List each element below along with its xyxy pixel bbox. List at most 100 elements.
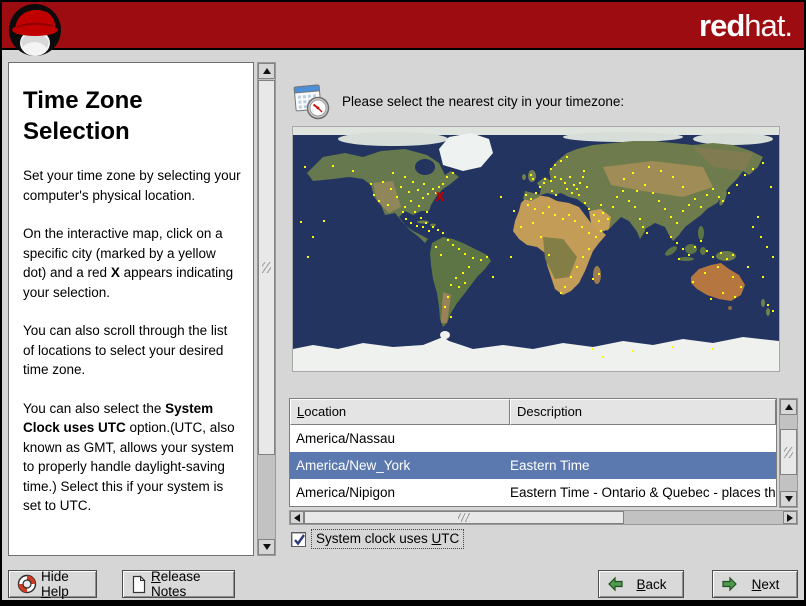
city-dot[interactable] bbox=[442, 232, 444, 234]
city-dot[interactable] bbox=[664, 208, 666, 210]
city-dot[interactable] bbox=[676, 242, 678, 244]
city-dot[interactable] bbox=[692, 281, 694, 283]
city-dot[interactable] bbox=[560, 292, 562, 294]
city-dot[interactable] bbox=[571, 192, 573, 194]
city-dot[interactable] bbox=[688, 204, 690, 206]
city-dot[interactable] bbox=[530, 174, 532, 176]
city-dot[interactable] bbox=[410, 222, 412, 224]
city-dot[interactable] bbox=[646, 232, 648, 234]
city-dot[interactable] bbox=[770, 186, 772, 188]
city-dot[interactable] bbox=[532, 178, 534, 180]
city-dot[interactable] bbox=[734, 296, 736, 298]
city-dot[interactable] bbox=[639, 218, 641, 220]
city-dot[interactable] bbox=[606, 218, 609, 220]
city-dot[interactable] bbox=[352, 170, 354, 172]
city-dot[interactable] bbox=[404, 206, 406, 208]
city-dot[interactable] bbox=[704, 272, 706, 274]
city-dot[interactable] bbox=[588, 232, 590, 234]
city-dot[interactable] bbox=[732, 276, 734, 278]
city-dot[interactable] bbox=[544, 178, 546, 180]
city-dot[interactable] bbox=[732, 254, 734, 256]
city-dot[interactable] bbox=[390, 188, 392, 190]
city-dot[interactable] bbox=[592, 278, 594, 280]
city-dot[interactable] bbox=[540, 236, 542, 238]
city-dot[interactable] bbox=[598, 220, 600, 222]
city-dot[interactable] bbox=[554, 164, 556, 166]
city-dot[interactable] bbox=[472, 257, 474, 259]
table-scroll-thumb[interactable] bbox=[780, 429, 797, 475]
city-dot[interactable] bbox=[458, 286, 460, 288]
city-dot[interactable] bbox=[548, 206, 550, 208]
city-dot[interactable] bbox=[712, 256, 714, 258]
city-dot[interactable] bbox=[762, 162, 764, 164]
city-dot[interactable] bbox=[678, 258, 680, 260]
city-dot[interactable] bbox=[710, 298, 712, 300]
city-dot[interactable] bbox=[576, 188, 578, 190]
city-dot[interactable] bbox=[464, 282, 466, 284]
city-dot[interactable] bbox=[422, 226, 424, 228]
city-dot[interactable] bbox=[542, 212, 544, 214]
city-dot[interactable] bbox=[581, 226, 583, 228]
city-dot[interactable] bbox=[300, 221, 302, 223]
city-dot[interactable] bbox=[588, 248, 590, 250]
city-dot[interactable] bbox=[602, 356, 604, 358]
city-dot[interactable] bbox=[615, 196, 618, 198]
city-dot[interactable] bbox=[688, 254, 690, 256]
city-dot[interactable] bbox=[752, 226, 754, 228]
city-dot[interactable] bbox=[648, 166, 650, 168]
city-dot[interactable] bbox=[644, 184, 646, 186]
city-dot[interactable] bbox=[740, 286, 742, 288]
city-dot[interactable] bbox=[462, 272, 464, 274]
table-scroll-left-button[interactable] bbox=[290, 511, 304, 524]
city-dot[interactable] bbox=[437, 229, 439, 231]
city-dot[interactable] bbox=[416, 225, 418, 227]
city-dot[interactable] bbox=[548, 254, 550, 256]
city-dot[interactable] bbox=[432, 226, 434, 228]
city-dot[interactable] bbox=[766, 246, 768, 248]
city-dot[interactable] bbox=[564, 182, 566, 184]
city-dot[interactable] bbox=[566, 156, 568, 158]
city-dot[interactable] bbox=[747, 266, 749, 268]
table-scrollbar-vertical[interactable] bbox=[779, 398, 798, 508]
city-dot[interactable] bbox=[550, 180, 552, 182]
help-scroll-thumb[interactable] bbox=[258, 80, 275, 455]
city-dot[interactable] bbox=[530, 198, 532, 200]
city-dot[interactable] bbox=[458, 248, 460, 250]
city-dot[interactable] bbox=[600, 204, 602, 206]
city-dot[interactable] bbox=[636, 190, 638, 192]
city-dot[interactable] bbox=[534, 208, 536, 210]
help-scrollbar[interactable] bbox=[257, 62, 276, 556]
city-dot[interactable] bbox=[760, 236, 762, 238]
city-dot[interactable] bbox=[570, 276, 572, 278]
city-dot[interactable] bbox=[468, 266, 470, 268]
city-dot[interactable] bbox=[588, 208, 590, 210]
city-dot[interactable] bbox=[447, 239, 449, 241]
city-dot[interactable] bbox=[412, 181, 414, 183]
utc-checkbox-label[interactable]: System clock uses UTC bbox=[311, 529, 465, 549]
city-dot[interactable] bbox=[598, 273, 600, 275]
city-dot[interactable] bbox=[427, 193, 429, 195]
city-dot[interactable] bbox=[323, 220, 325, 222]
city-dot[interactable] bbox=[554, 176, 556, 178]
city-dot[interactable] bbox=[446, 176, 448, 178]
city-dot[interactable] bbox=[628, 200, 630, 202]
city-dot[interactable] bbox=[573, 184, 575, 186]
city-dot[interactable] bbox=[410, 200, 412, 202]
table-row[interactable]: America/Nipigon Eastern Time - Ontario &… bbox=[290, 479, 776, 506]
city-dot[interactable] bbox=[464, 253, 466, 255]
city-dot[interactable] bbox=[752, 168, 754, 170]
city-dot[interactable] bbox=[486, 256, 488, 258]
city-dot[interactable] bbox=[772, 256, 774, 258]
city-dot[interactable] bbox=[560, 178, 562, 180]
city-dot[interactable] bbox=[312, 236, 314, 238]
city-dot[interactable] bbox=[583, 170, 585, 172]
city-dot[interactable] bbox=[492, 276, 494, 278]
back-button[interactable]: Back bbox=[598, 570, 684, 598]
city-dot[interactable] bbox=[670, 236, 672, 238]
city-dot[interactable] bbox=[722, 292, 724, 294]
city-dot[interactable] bbox=[440, 254, 442, 256]
city-dot[interactable] bbox=[602, 212, 604, 214]
city-dot[interactable] bbox=[550, 168, 552, 170]
city-dot[interactable] bbox=[632, 172, 634, 174]
city-dot[interactable] bbox=[332, 165, 334, 167]
